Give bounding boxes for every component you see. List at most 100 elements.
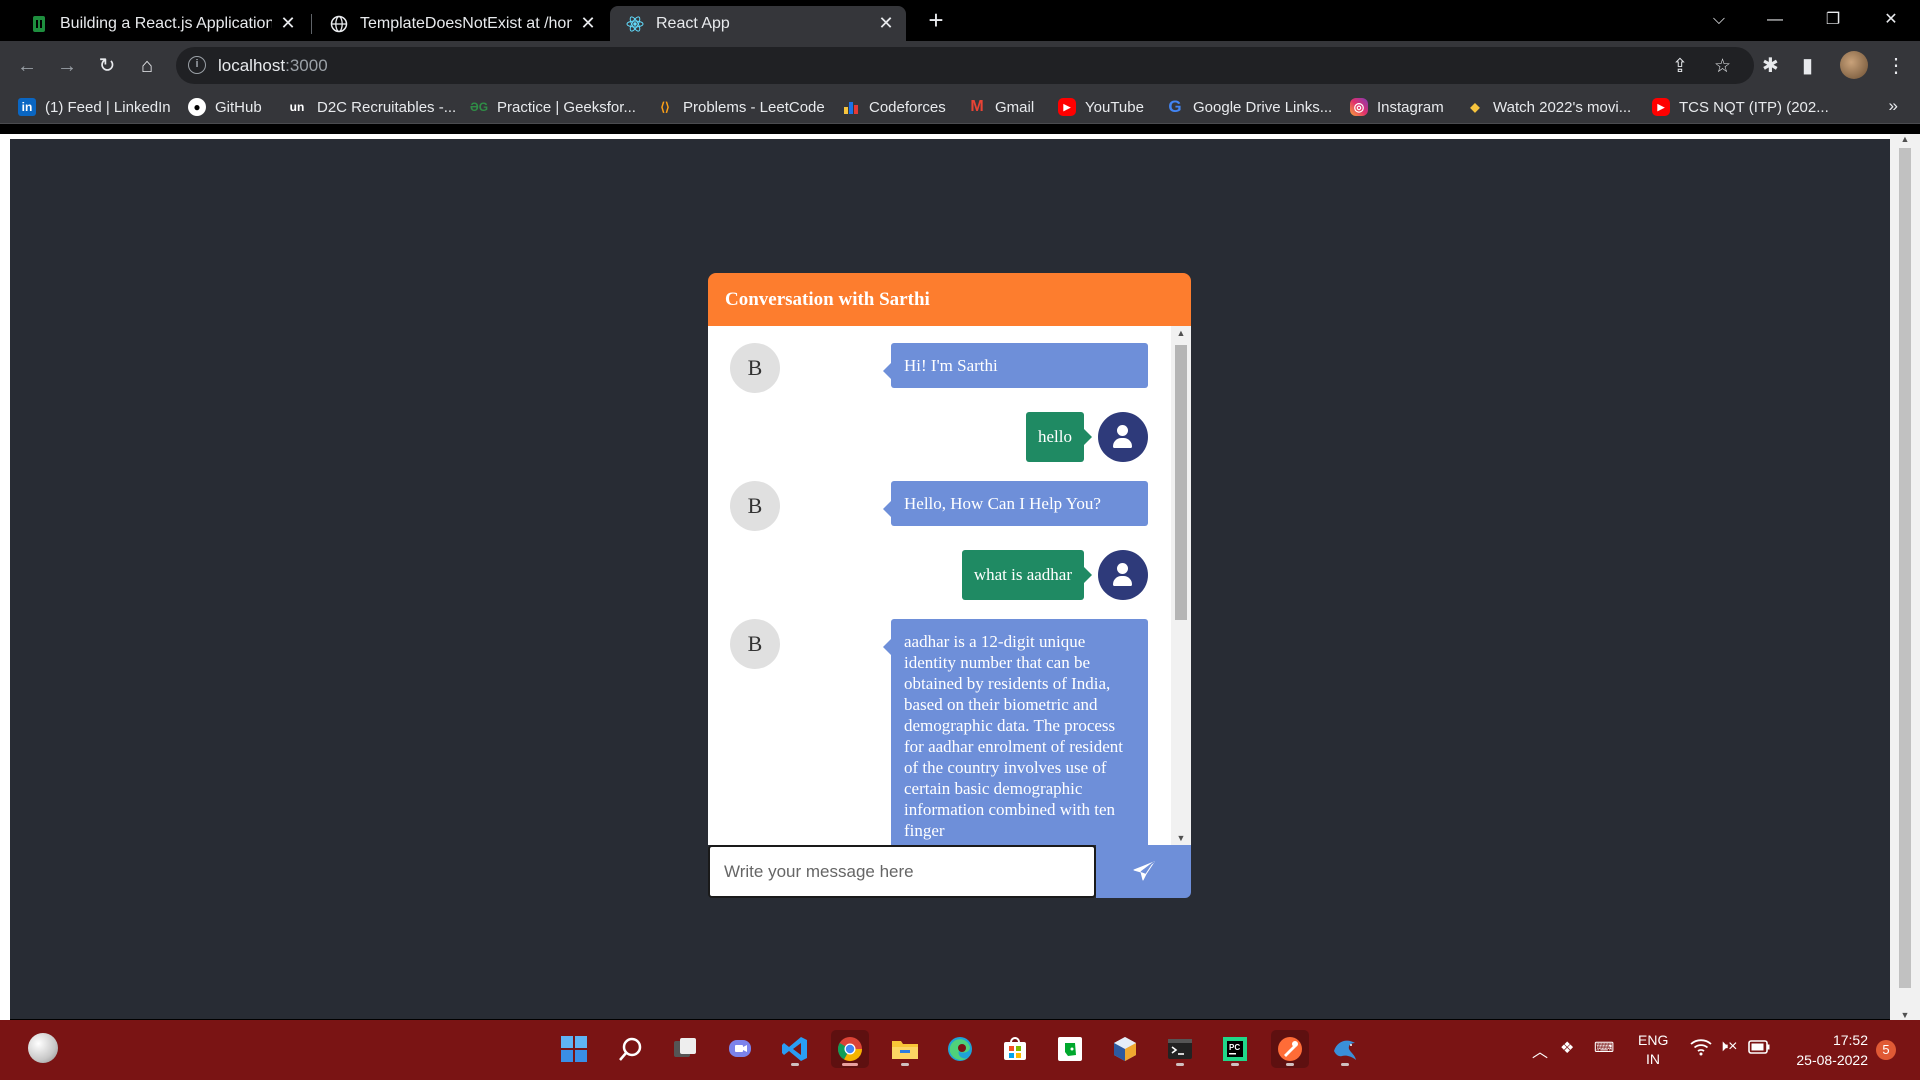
user-message: hello: [1026, 412, 1092, 462]
pycharm-icon[interactable]: PC: [1216, 1030, 1254, 1068]
bookmark-label: Practice | Geeksfor...: [497, 98, 636, 116]
mysql-workbench-icon[interactable]: [1326, 1030, 1364, 1068]
close-window-icon[interactable]: ✕: [1868, 4, 1914, 36]
keyboard-icon[interactable]: ⌨: [1594, 1039, 1614, 1056]
chat-scrollbar[interactable]: ▲ ▼: [1171, 326, 1191, 845]
bookmark-leetcode[interactable]: ⟨⟩ Problems - LeetCode: [656, 96, 825, 118]
chat-messages[interactable]: B Hi! I'm Sarthi hello B Hello, How Can …: [708, 326, 1191, 845]
svg-text:PC: PC: [1229, 1043, 1240, 1052]
side-panel-icon[interactable]: ▮: [1802, 53, 1813, 78]
bookmark-tcs-nqt[interactable]: ▶ TCS NQT (ITP) (202...: [1652, 96, 1829, 118]
user-message: what is aadhar: [961, 550, 1093, 600]
restore-icon[interactable]: ❐: [1810, 4, 1856, 36]
bookmark-star-icon[interactable]: ☆: [1714, 55, 1731, 78]
user-icon: [1117, 425, 1128, 436]
close-tab-icon[interactable]: ✕: [876, 13, 896, 34]
battery-icon[interactable]: [1748, 1040, 1770, 1057]
scroll-up-icon[interactable]: ▲: [1175, 328, 1187, 338]
bookmark-github[interactable]: ● GitHub: [188, 96, 262, 118]
dropbox-icon[interactable]: ❖: [1560, 1038, 1574, 1058]
store-icon[interactable]: [996, 1030, 1034, 1068]
edge-icon[interactable]: [941, 1030, 979, 1068]
tab-search-icon[interactable]: ⌵: [1696, 4, 1742, 36]
bookmark-instagram[interactable]: ◎ Instagram: [1350, 96, 1444, 118]
file-explorer-icon[interactable]: [886, 1030, 924, 1068]
teams-chat-icon[interactable]: [721, 1030, 759, 1068]
close-tab-icon[interactable]: ✕: [278, 13, 298, 34]
home-icon[interactable]: ⌂: [132, 51, 162, 81]
reload-icon[interactable]: ↻: [92, 51, 122, 81]
evernote-icon[interactable]: [1051, 1030, 1089, 1068]
back-icon[interactable]: ←: [12, 51, 42, 81]
minimize-icon[interactable]: —: [1752, 4, 1798, 36]
tab-template-does-not-exist[interactable]: TemplateDoesNotExist at /home/ ✕: [314, 6, 608, 41]
virtualbox-icon[interactable]: [1106, 1030, 1144, 1068]
share-icon[interactable]: ⇪: [1672, 55, 1688, 78]
tab-title: TemplateDoesNotExist at /home/: [360, 14, 572, 32]
message-input[interactable]: [708, 845, 1096, 898]
movie-icon: ◆: [1470, 100, 1480, 114]
scroll-down-icon[interactable]: ▼: [1175, 833, 1187, 843]
bookmarks-bar: in (1) Feed | LinkedIn ● GitHub un D2C Recr…: [0, 90, 1920, 124]
bookmark-label: Google Drive Links...: [1193, 98, 1333, 116]
running-indicator: [1341, 1063, 1349, 1066]
url-text[interactable]: localhost:3000: [218, 56, 328, 76]
user-icon-body: [1113, 438, 1132, 448]
weather-icon[interactable]: [28, 1033, 58, 1063]
scroll-up-icon[interactable]: ▲: [1899, 134, 1911, 144]
language-indicator[interactable]: ENG IN: [1638, 1031, 1668, 1069]
chat-widget: Conversation with Sarthi B Hi! I'm Sarth…: [708, 273, 1191, 898]
running-indicator: [901, 1063, 909, 1066]
bookmark-label: Instagram: [1377, 98, 1444, 116]
site-info-icon[interactable]: i: [188, 56, 206, 74]
instagram-icon: ◎: [1350, 98, 1368, 116]
wifi-icon[interactable]: [1690, 1038, 1712, 1061]
page-scrollbar[interactable]: ▲ ▼: [1890, 134, 1920, 1020]
scroll-down-icon[interactable]: ▼: [1899, 1010, 1911, 1020]
task-view-icon[interactable]: [666, 1030, 704, 1068]
chrome-icon[interactable]: [831, 1030, 869, 1068]
show-hidden-icons-icon[interactable]: ︿: [1532, 1038, 1548, 1062]
postman-icon[interactable]: [1271, 1030, 1309, 1068]
notification-badge[interactable]: 5: [1876, 1040, 1896, 1060]
menu-kebab-icon[interactable]: ⋮: [1886, 53, 1906, 78]
volume-muted-icon[interactable]: 🕨×: [1718, 1038, 1737, 1056]
running-indicator: [842, 1063, 858, 1066]
tab-title: Building a React.js Application us: [60, 14, 272, 32]
bookmark-label: Problems - LeetCode: [683, 98, 825, 116]
bookmark-gmail[interactable]: M Gmail: [968, 96, 1034, 118]
bookmark-geeksforgeeks[interactable]: ƏG Practice | Geeksfor...: [470, 96, 636, 118]
bookmark-linkedin[interactable]: in (1) Feed | LinkedIn: [18, 96, 171, 118]
bot-avatar: B: [730, 343, 780, 393]
start-icon[interactable]: [555, 1030, 593, 1068]
bookmark-youtube[interactable]: ▶ YouTube: [1058, 96, 1144, 118]
bookmark-google-drive[interactable]: G Google Drive Links...: [1166, 96, 1332, 118]
send-button[interactable]: [1096, 845, 1191, 898]
search-icon[interactable]: [611, 1030, 649, 1068]
profile-avatar-icon[interactable]: [1840, 51, 1868, 79]
address-bar[interactable]: i localhost:3000 ⇪ ☆: [176, 47, 1754, 84]
bookmark-label: GitHub: [215, 98, 262, 116]
new-tab-button[interactable]: +: [922, 6, 950, 36]
forward-icon[interactable]: →: [52, 51, 82, 81]
bookmark-codeforces[interactable]: Codeforces: [842, 96, 946, 118]
url-host: localhost: [218, 56, 286, 75]
user-icon-body: [1113, 576, 1132, 586]
close-tab-icon[interactable]: ✕: [578, 13, 598, 34]
react-icon: [626, 15, 644, 33]
tab-react-app[interactable]: React App ✕: [610, 6, 906, 41]
more-bookmarks-button[interactable]: »: [1889, 96, 1898, 116]
extensions-icon[interactable]: ✱: [1762, 53, 1779, 78]
geeksforgeeks-icon: ƏG: [469, 100, 489, 114]
chat-scrollbar-thumb[interactable]: [1175, 345, 1187, 620]
bookmark-watch-movies[interactable]: ◆ Watch 2022's movi...: [1466, 96, 1631, 118]
vscode-icon[interactable]: [776, 1030, 814, 1068]
terminal-icon[interactable]: [1161, 1030, 1199, 1068]
scrollbar-thumb[interactable]: [1899, 148, 1911, 988]
clock-date: 25-08-2022: [1796, 1052, 1868, 1068]
bot-avatar: B: [730, 481, 780, 531]
bookmark-d2c[interactable]: un D2C Recruitables -...: [286, 96, 457, 118]
bot-message: Hello, How Can I Help You?: [883, 481, 1148, 526]
tab-building-react-app[interactable]: Building a React.js Application us ✕: [14, 6, 308, 41]
clock[interactable]: 17:52 25-08-2022: [1784, 1030, 1868, 1070]
